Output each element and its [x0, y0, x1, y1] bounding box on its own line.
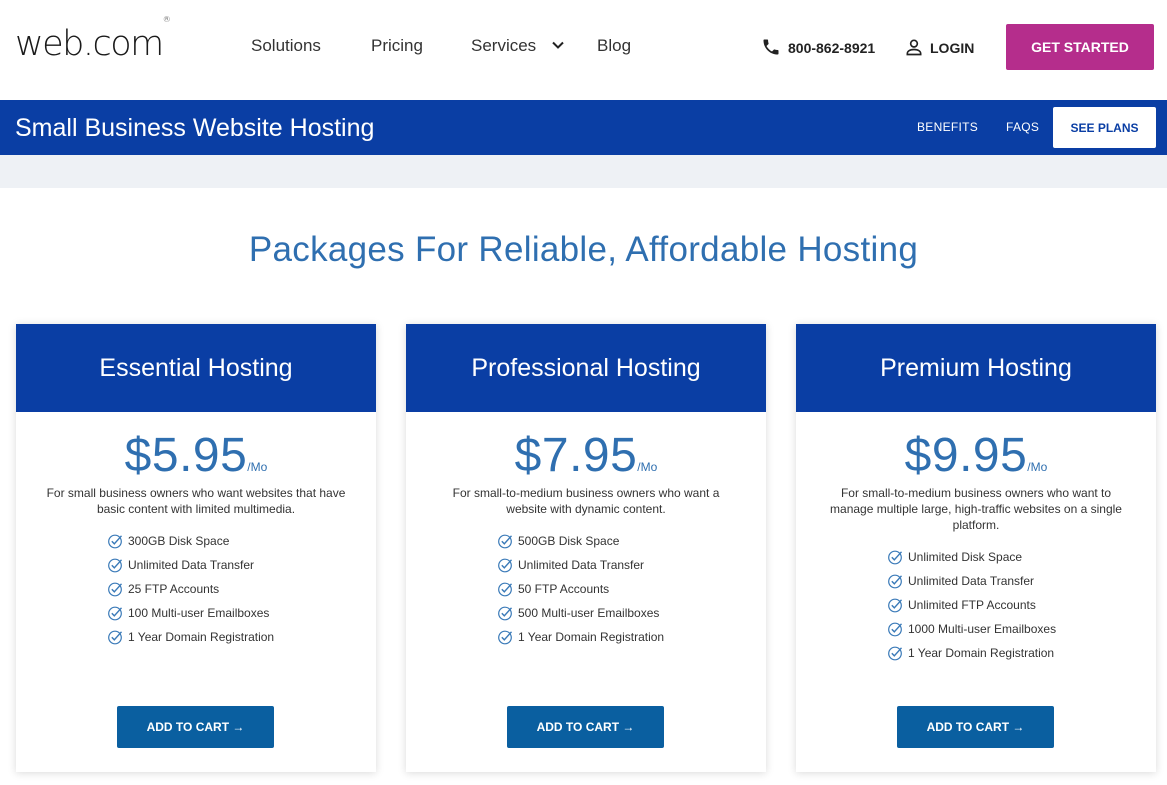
check-circle-icon — [498, 606, 513, 621]
nav-services[interactable]: Services — [471, 36, 565, 56]
price-period: /Mo — [247, 460, 268, 474]
plan-card-professional: Professional Hosting $7.95/Mo For small-… — [406, 324, 766, 772]
chevron-down-icon — [552, 41, 564, 49]
price-amount: $9.95 — [904, 429, 1028, 482]
feature-item: Unlimited FTP Accounts — [887, 593, 1156, 617]
plan-price: $9.95/Mo — [796, 428, 1156, 483]
subnav-faqs[interactable]: FAQS — [1006, 120, 1039, 134]
feature-item: 500 Multi-user Emailboxes — [497, 601, 766, 625]
price-period: /Mo — [637, 460, 658, 474]
feature-item: 50 FTP Accounts — [497, 577, 766, 601]
get-started-button[interactable]: GET STARTED — [1006, 24, 1154, 70]
add-to-cart-button[interactable]: ADD TO CART → — [117, 706, 274, 748]
nav-services-label: Services — [471, 36, 537, 55]
check-circle-icon — [888, 646, 903, 661]
plan-name: Premium Hosting — [796, 324, 1156, 412]
feature-list: 500GB Disk Space Unlimited Data Transfer… — [497, 529, 766, 649]
plan-description: For small business owners who want websi… — [46, 486, 346, 516]
add-to-cart-button[interactable]: ADD TO CART → — [897, 706, 1054, 748]
feature-item: 100 Multi-user Emailboxes — [107, 601, 376, 625]
feature-item: 500GB Disk Space — [497, 529, 766, 553]
phone-number: 800-862-8921 — [788, 40, 876, 56]
user-icon — [906, 39, 922, 56]
plan-card-essential: Essential Hosting $5.95/Mo For small bus… — [16, 324, 376, 772]
check-circle-icon — [498, 534, 513, 549]
check-circle-icon — [888, 550, 903, 565]
feature-list: 300GB Disk Space Unlimited Data Transfer… — [107, 529, 376, 649]
divider-band — [0, 155, 1167, 188]
plan-name: Professional Hosting — [406, 324, 766, 412]
feature-item: 300GB Disk Space — [107, 529, 376, 553]
check-circle-icon — [108, 558, 123, 573]
check-circle-icon — [108, 630, 123, 645]
check-circle-icon — [108, 582, 123, 597]
nav-blog[interactable]: Blog — [597, 36, 631, 56]
nav-pricing[interactable]: Pricing — [371, 36, 423, 56]
feature-item: Unlimited Data Transfer — [107, 553, 376, 577]
add-to-cart-button[interactable]: ADD TO CART → — [507, 706, 664, 748]
plan-description: For small-to-medium business owners who … — [830, 486, 1122, 532]
plan-description: For small-to-medium business owners who … — [452, 486, 720, 516]
see-plans-button[interactable]: SEE PLANS — [1053, 107, 1156, 148]
plan-card-premium: Premium Hosting $9.95/Mo For small-to-me… — [796, 324, 1156, 772]
nav-solutions[interactable]: Solutions — [251, 36, 321, 56]
price-period: /Mo — [1027, 460, 1048, 474]
check-circle-icon — [498, 582, 513, 597]
site-header: web.com® Solutions Pricing Services Blog… — [0, 0, 1167, 100]
arrow-right-icon: → — [1012, 720, 1025, 734]
login-link[interactable]: LOGIN — [904, 37, 974, 57]
feature-item: 1000 Multi-user Emailboxes — [887, 617, 1156, 641]
phone-icon — [763, 39, 779, 55]
feature-item: 1 Year Domain Registration — [887, 641, 1156, 665]
feature-item: Unlimited Data Transfer — [497, 553, 766, 577]
feature-item: Unlimited Data Transfer — [887, 569, 1156, 593]
feature-item: Unlimited Disk Space — [887, 545, 1156, 569]
page-title: Small Business Website Hosting — [15, 114, 375, 142]
check-circle-icon — [498, 558, 513, 573]
plan-price: $5.95/Mo — [16, 428, 376, 483]
logo[interactable]: web.com® — [15, 15, 171, 64]
check-circle-icon — [108, 534, 123, 549]
check-circle-icon — [888, 574, 903, 589]
check-circle-icon — [888, 622, 903, 637]
price-amount: $5.95 — [124, 429, 248, 482]
feature-item: 1 Year Domain Registration — [497, 625, 766, 649]
arrow-right-icon: → — [232, 720, 245, 734]
feature-item: 25 FTP Accounts — [107, 577, 376, 601]
check-circle-icon — [888, 598, 903, 613]
feature-item: 1 Year Domain Registration — [107, 625, 376, 649]
feature-list: Unlimited Disk Space Unlimited Data Tran… — [887, 545, 1156, 665]
plan-name: Essential Hosting — [16, 324, 376, 412]
check-circle-icon — [108, 606, 123, 621]
section-title: Packages For Reliable, Affordable Hostin… — [248, 230, 919, 269]
page-subnav: Small Business Website Hosting BENEFITS … — [0, 100, 1167, 155]
subnav-benefits[interactable]: BENEFITS — [917, 120, 978, 134]
arrow-right-icon: → — [622, 720, 635, 734]
login-label: LOGIN — [930, 40, 975, 56]
price-amount: $7.95 — [514, 429, 638, 482]
plan-price: $7.95/Mo — [406, 428, 766, 483]
check-circle-icon — [498, 630, 513, 645]
phone-link[interactable]: 800-862-8921 — [761, 37, 875, 57]
